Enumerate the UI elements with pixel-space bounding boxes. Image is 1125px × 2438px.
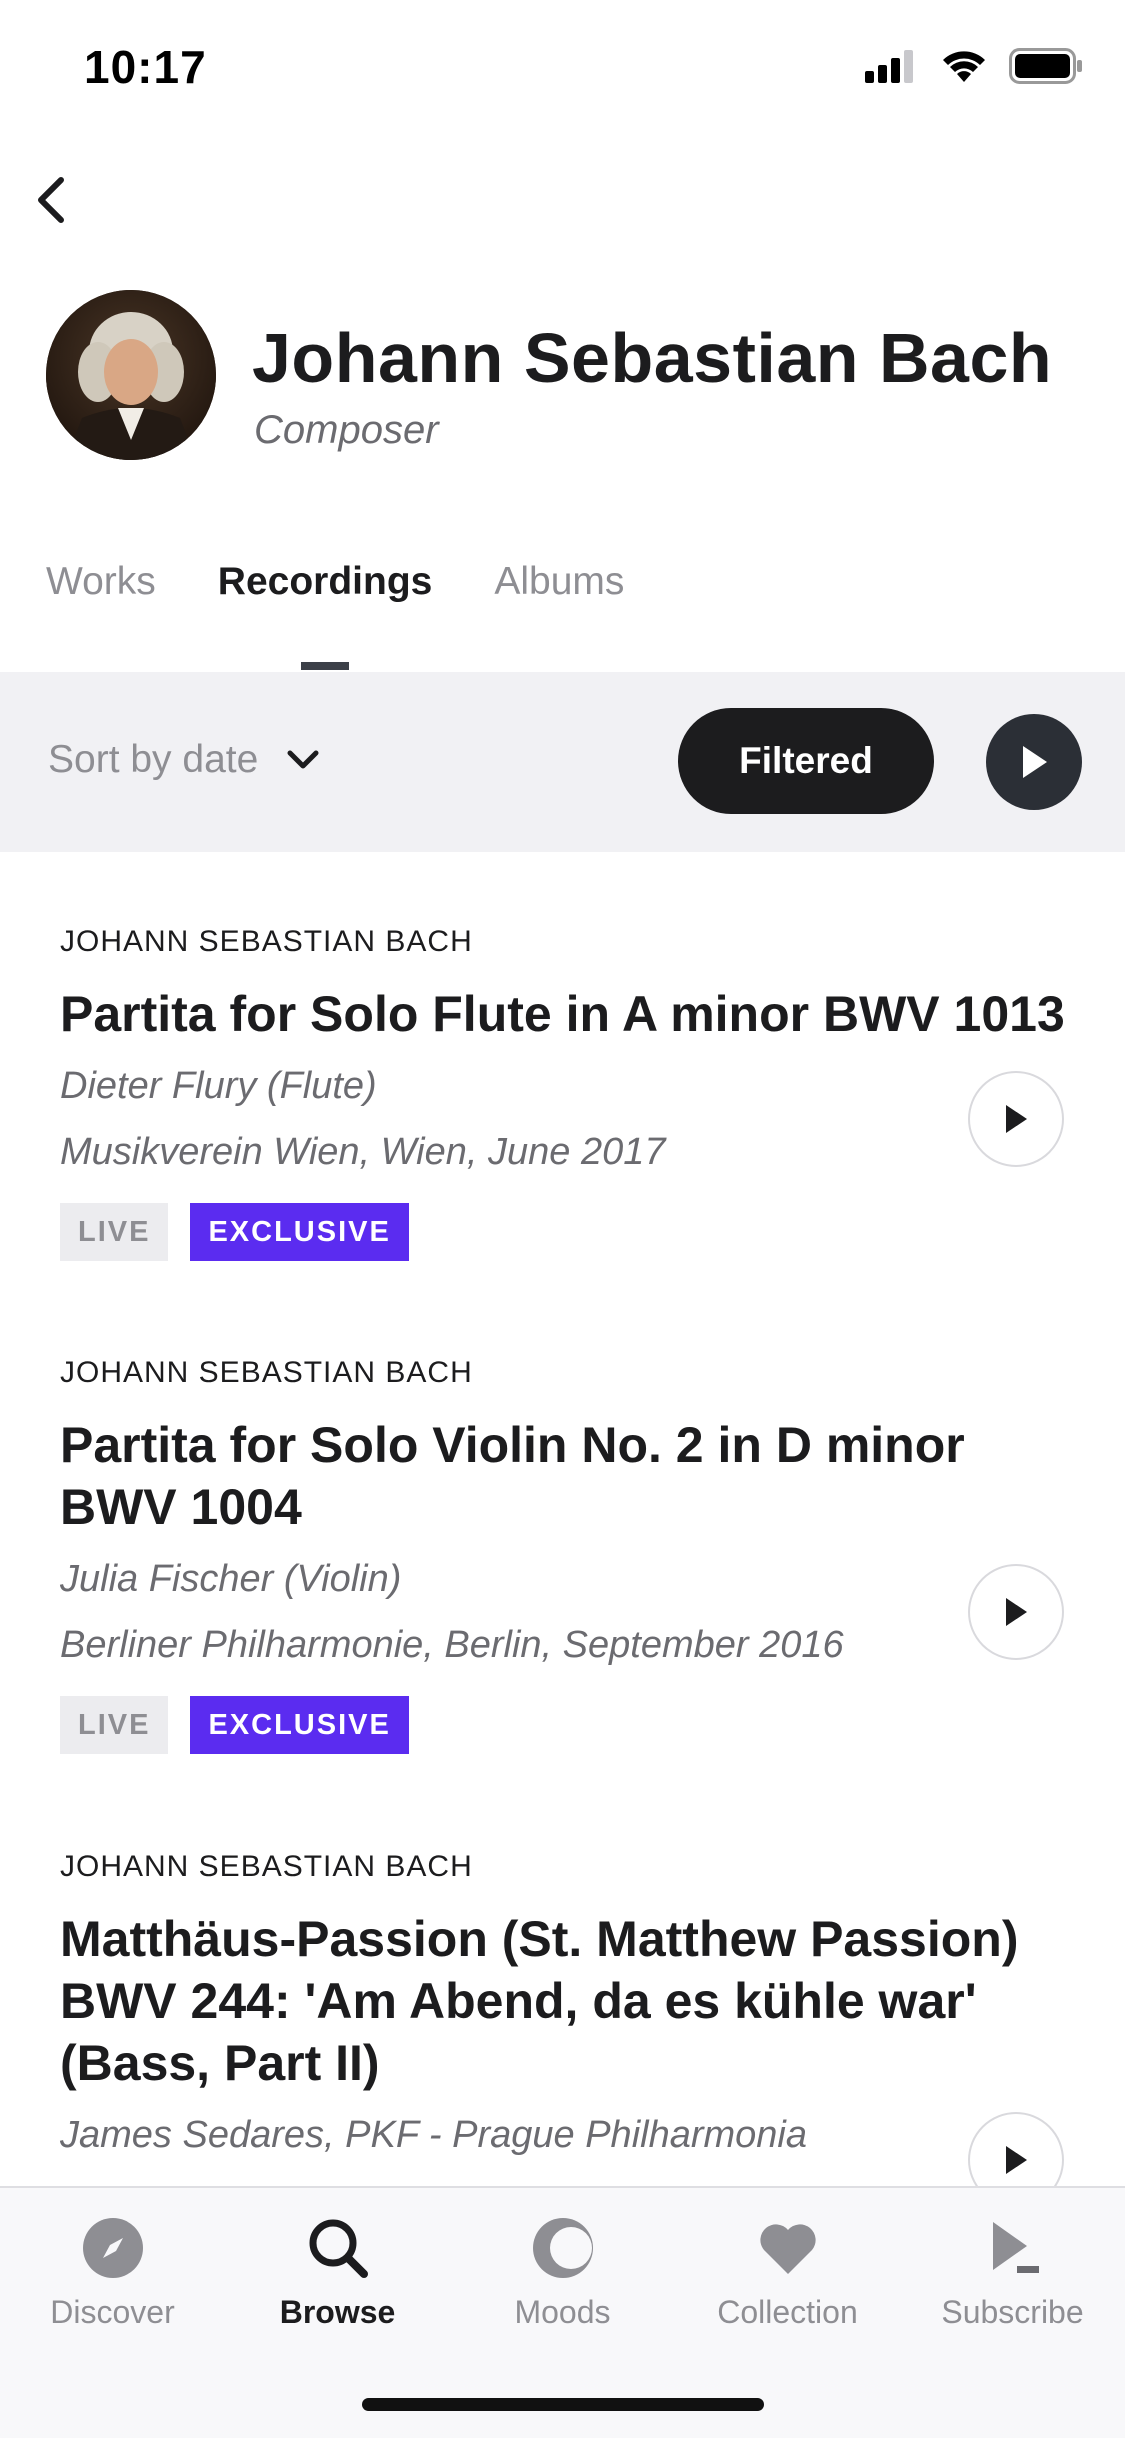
play-icon: [1023, 746, 1047, 778]
chevron-left-icon: [38, 177, 64, 223]
recording-composer: JOHANN SEBASTIAN BACH: [60, 925, 473, 958]
play-button[interactable]: [968, 1071, 1064, 1167]
live-badge: LIVE: [60, 1696, 169, 1754]
recording-venue: Musikverein Wien, Wien, June 2017: [60, 1131, 666, 1173]
badges: LIVE EXCLUSIVE: [60, 1696, 1060, 1754]
recording-performer: Julia Fischer (Violin): [60, 1558, 402, 1600]
tab-label: Subscribe: [941, 2294, 1084, 2330]
tab-collection[interactable]: Collection: [675, 2216, 900, 2331]
recording-title: Partita for Solo Violin No. 2 in D minor…: [60, 1417, 965, 1535]
list-item[interactable]: JOHANN SEBASTIAN BACH Matthäus-Passion (…: [60, 1850, 1064, 2186]
play-subscribe-icon: [992, 2222, 1039, 2273]
tab-subscribe[interactable]: Subscribe: [900, 2216, 1125, 2331]
wifi-icon: [943, 51, 985, 82]
play-icon: [1006, 2146, 1027, 2174]
back-button[interactable]: [20, 170, 80, 230]
play-icon: [1006, 1105, 1027, 1133]
recording-performer: James Sedares, PKF - Prague Philharmonia: [60, 2114, 807, 2156]
tab-recordings[interactable]: Recordings: [218, 560, 433, 670]
recording-title: Partita for Solo Flute in A minor BWV 10…: [60, 986, 1065, 1042]
portrait-image: [46, 290, 216, 460]
home-indicator: [362, 2398, 764, 2411]
compass-icon: [82, 2218, 143, 2278]
exclusive-badge: EXCLUSIVE: [190, 1203, 409, 1261]
sort-bar: Sort by date Filtered: [0, 672, 1125, 852]
recording-composer: JOHANN SEBASTIAN BACH: [60, 1356, 473, 1389]
artist-name: Johann Sebastian Bach: [252, 319, 1053, 397]
moon-icon: [532, 2218, 593, 2278]
play-icon: [1006, 1598, 1027, 1626]
badges: LIVE EXCLUSIVE: [60, 1203, 1060, 1261]
play-all-button[interactable]: [986, 714, 1082, 810]
sort-dropdown[interactable]: Sort by date: [48, 738, 320, 782]
battery-icon: [1009, 48, 1082, 84]
status-bar: 10:17: [0, 0, 1125, 140]
tab-label: Collection: [717, 2294, 858, 2330]
tab-albums[interactable]: Albums: [494, 560, 624, 670]
heart-icon: [759, 2224, 816, 2274]
avatar: [46, 290, 216, 460]
tab-bar-top: Works Recordings Albums: [46, 560, 624, 670]
tab-discover[interactable]: Discover: [0, 2216, 225, 2331]
exclusive-badge: EXCLUSIVE: [190, 1696, 409, 1754]
status-time: 10:17: [84, 41, 207, 93]
tab-browse[interactable]: Browse: [225, 2216, 450, 2331]
chevron-down-icon: [287, 750, 319, 769]
recording-performer: Dieter Flury (Flute): [60, 1065, 377, 1107]
tab-label: Moods: [514, 2294, 611, 2330]
filtered-button[interactable]: Filtered: [678, 708, 934, 814]
recording-venue: Berliner Philharmonie, Berlin, September…: [60, 1624, 844, 1666]
recording-composer: JOHANN SEBASTIAN BACH: [60, 1850, 473, 1883]
list-item[interactable]: JOHANN SEBASTIAN BACH Partita for Solo F…: [60, 925, 1065, 1261]
recording-title: Matthäus-Passion (St. Matthew Passion) B…: [60, 1911, 1019, 2091]
sort-label: Sort by date: [48, 738, 259, 781]
tab-works[interactable]: Works: [46, 560, 156, 670]
tab-moods[interactable]: Moods: [450, 2216, 675, 2331]
live-badge: LIVE: [60, 1203, 169, 1261]
status-icons: [865, 48, 1083, 84]
signal-icon: [865, 50, 913, 83]
list-item[interactable]: JOHANN SEBASTIAN BACH Partita for Solo V…: [60, 1356, 1064, 1754]
artist-role: Composer: [254, 408, 439, 452]
search-icon: [309, 2219, 368, 2278]
tab-label: Discover: [50, 2294, 175, 2330]
recordings-list: JOHANN SEBASTIAN BACH Partita for Solo F…: [0, 852, 1125, 2186]
artist-header: Johann Sebastian Bach Composer: [46, 290, 1086, 460]
tab-label: Browse: [279, 2294, 396, 2330]
play-button[interactable]: [968, 1564, 1064, 1660]
